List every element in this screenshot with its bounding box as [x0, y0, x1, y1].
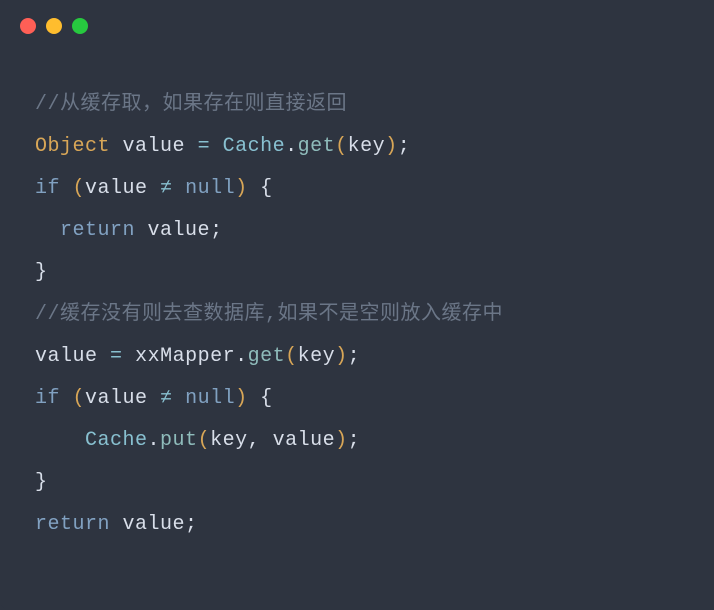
keyword: if — [35, 387, 60, 410]
comment-text: //从缓存取，如果存在则直接返回 — [35, 93, 347, 116]
null-literal: null — [185, 387, 235, 410]
object-ref: Cache — [85, 429, 148, 452]
code-line: } — [35, 462, 679, 504]
object-ref: Cache — [223, 135, 286, 158]
identifier: value — [123, 135, 186, 158]
method-call: get — [298, 135, 336, 158]
code-line: return value; — [35, 210, 679, 252]
operator: = — [110, 345, 123, 368]
keyword: if — [35, 177, 60, 200]
null-literal: null — [185, 177, 235, 200]
operator: ≠ — [160, 387, 173, 410]
operator: = — [198, 135, 211, 158]
object-ref: xxMapper — [135, 345, 235, 368]
keyword: return — [35, 513, 110, 536]
code-line: Cache.put(key, value); — [35, 420, 679, 462]
close-icon[interactable] — [20, 18, 36, 34]
code-line: if (value ≠ null) { — [35, 378, 679, 420]
code-window: //从缓存取，如果存在则直接返回 Object value = Cache.ge… — [0, 0, 714, 610]
method-call: put — [160, 429, 198, 452]
keyword: return — [60, 219, 135, 242]
code-area: //从缓存取，如果存在则直接返回 Object value = Cache.ge… — [0, 44, 714, 566]
code-line: Object value = Cache.get(key); — [35, 126, 679, 168]
code-line: return value; — [35, 504, 679, 546]
operator: ≠ — [160, 177, 173, 200]
method-call: get — [248, 345, 286, 368]
minimize-icon[interactable] — [46, 18, 62, 34]
code-line: value = xxMapper.get(key); — [35, 336, 679, 378]
maximize-icon[interactable] — [72, 18, 88, 34]
comment-text: //缓存没有则去查数据库,如果不是空则放入缓存中 — [35, 303, 503, 326]
titlebar — [0, 0, 714, 44]
code-line: //从缓存取，如果存在则直接返回 — [35, 84, 679, 126]
code-line: } — [35, 252, 679, 294]
code-line: if (value ≠ null) { — [35, 168, 679, 210]
code-line: //缓存没有则去查数据库,如果不是空则放入缓存中 — [35, 294, 679, 336]
type-token: Object — [35, 135, 110, 158]
